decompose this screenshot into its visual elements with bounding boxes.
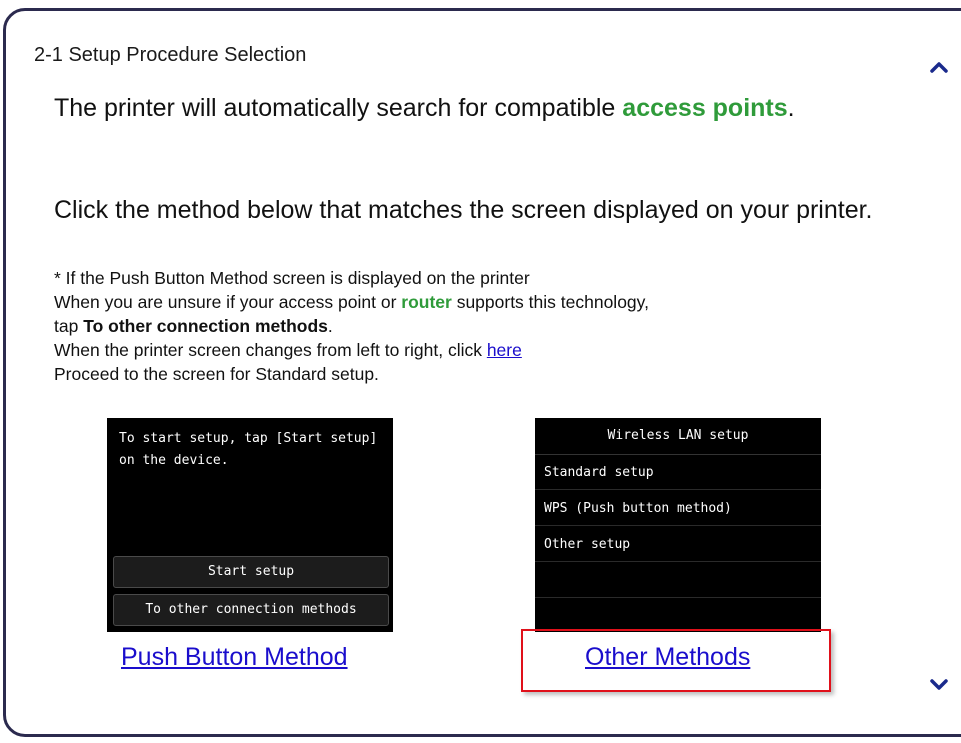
here-link[interactable]: here [487,340,522,360]
note-line-3: tap To other connection methods. [54,314,914,338]
access-points-term[interactable]: access points [622,94,787,122]
note-line-4: When the printer screen changes from lef… [54,338,914,362]
intro-after: . [787,94,795,122]
screen-list-item: WPS (Push button method) [535,491,821,526]
notes: * If the Push Button Method screen is di… [54,266,914,386]
push-button-screen-image: To start setup, tap [Start setup] on the… [107,418,393,632]
note-line-5: Proceed to the screen for Standard setup… [54,364,379,384]
other-methods-link[interactable]: Other Methods [585,643,750,672]
note-line-1: * If the Push Button Method screen is di… [54,268,530,288]
note-line-4-before: When the printer screen changes from lef… [54,340,487,360]
note-line-2-after: supports this technology, [451,292,649,312]
intro-before: The printer will automatically search fo… [54,94,623,122]
chevron-down-icon[interactable] [928,676,950,694]
screen-header: Wireless LAN setup [535,418,821,455]
push-button-method-link[interactable]: Push Button Method [121,643,348,672]
intro-text: The printer will automatically search fo… [54,92,874,124]
note-line-2: When you are unsure if your access point… [54,290,914,314]
instruction-text: Click the method below that matches the … [54,196,873,224]
note-line-3-after: . [327,316,333,336]
other-methods-label: To other connection methods [83,316,328,336]
step-title: 2-1 Setup Procedure Selection [34,44,307,66]
screen-list-item: Other setup [535,527,821,562]
start-setup-screen-button: Start setup [113,556,389,588]
note-line-3-before: tap [54,316,84,336]
screen-list-item-empty [535,563,821,598]
other-methods-screen-image: Wireless LAN setup Standard setup WPS (P… [535,418,821,632]
screen-list-item: Standard setup [535,455,821,490]
screen-message: To start setup, tap [Start setup] on the… [119,431,378,468]
note-line-2-before: When you are unsure if your access point… [54,292,402,312]
router-term[interactable]: router [401,292,452,312]
chevron-up-icon[interactable] [928,58,950,76]
other-connection-screen-button: To other connection methods [113,594,389,626]
